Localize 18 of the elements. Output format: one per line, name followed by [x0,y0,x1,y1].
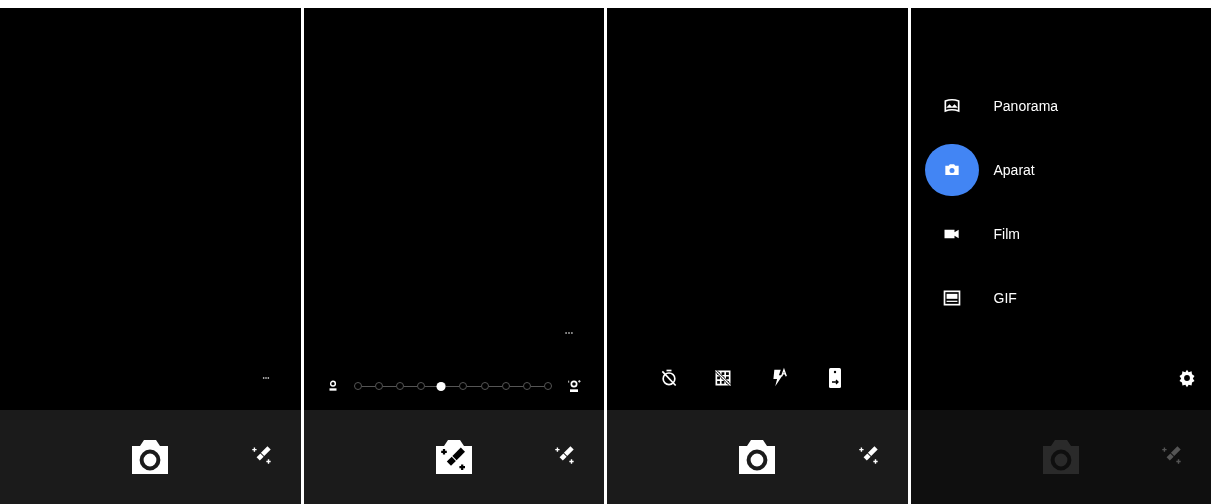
slider-thumb[interactable] [436,381,446,391]
beauty-level-slider[interactable] [353,381,552,391]
mode-label: GIF [993,288,1017,308]
mode-label: Film [993,224,1020,244]
mode-menu-item[interactable]: GIF [924,272,1059,324]
shutter-beauty-camera-icon[interactable] [433,438,474,476]
settings-icon[interactable] [1177,368,1197,388]
gif-icon [941,288,962,308]
grid-off-icon[interactable] [713,368,733,388]
shutter-camera-icon[interactable] [737,438,778,476]
mode-menu-item[interactable]: Aparat [924,144,1059,196]
mode-menu-item[interactable]: Film [924,208,1059,260]
mode-label: Panorama [993,96,1059,116]
timer-off-icon[interactable] [659,368,679,388]
mode-label: Aparat [993,160,1035,180]
mode-menu-item[interactable]: Panorama [924,80,1059,132]
shutter-camera-icon[interactable] [130,438,171,476]
person-sparkle-icon [566,378,582,394]
